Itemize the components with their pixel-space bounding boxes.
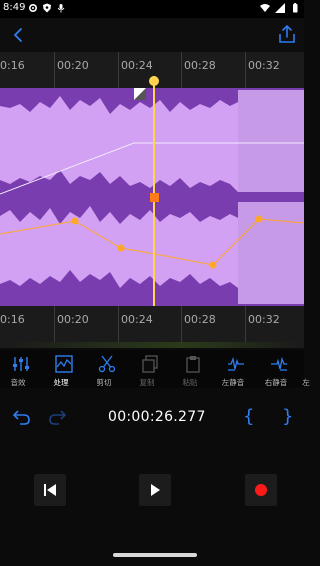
ruler-tick [181,306,182,342]
tool-more[interactable]: 左 [301,350,310,388]
play-icon [151,484,160,496]
sliders-icon [13,357,29,371]
status-time: 8:49 [3,2,26,13]
set-end-mark-button[interactable]: } [282,406,293,427]
ruler-tick [54,306,55,342]
marker-flag-icon[interactable] [134,88,146,100]
ruler-tick [245,52,246,88]
tool-label: 左 [302,378,310,387]
wifi-icon [260,4,270,12]
playhead-handle[interactable] [149,76,159,86]
record-button[interactable] [245,474,277,506]
tool-label: 右静音 [264,378,288,387]
tool-label: 处理 [53,378,69,387]
status-bar: 8:49 [0,0,304,18]
battery-icon [293,3,298,13]
tool-process[interactable]: 处理 [43,350,86,388]
ruler-label: 00:20 [57,313,89,326]
ruler-tick [245,306,246,342]
ruler-label: 0:16 [0,313,25,326]
share-icon[interactable] [276,23,298,45]
ruler-label: 00:28 [184,313,216,326]
level-meter-strip [0,342,304,348]
signal-icon [275,3,285,13]
tool-effects[interactable]: 音效 [0,350,43,388]
tool-paste[interactable]: 粘贴 [172,350,215,388]
ruler-label: 00:24 [121,313,153,326]
ruler-label: 00:32 [248,313,280,326]
status-icons-right [260,3,300,13]
skip-back-icon [44,484,56,496]
record-icon [255,484,267,496]
redo-icon[interactable] [47,407,67,427]
tool-mute-right[interactable]: 右静音 [258,350,301,388]
back-icon[interactable] [8,24,30,46]
ruler-label: 00:32 [248,59,280,72]
set-start-mark-button[interactable]: { [243,406,254,427]
ruler-tick [181,52,182,88]
shield-icon [43,3,51,13]
current-time-display: 00:00:26.277 [108,409,206,425]
mic-off-icon [57,4,65,13]
status-icons-left [28,3,66,13]
skip-to-start-button[interactable] [34,474,66,506]
envelope-center-marker[interactable] [150,193,159,202]
copy-icon [142,355,158,373]
ruler-label: 00:20 [57,59,89,72]
mute-left-icon [228,356,244,371]
top-app-bar [0,18,304,52]
tool-mute-left[interactable]: 左静音 [215,350,258,388]
playhead[interactable] [153,76,155,306]
home-indicator[interactable] [113,553,197,557]
tool-label: 剪切 [96,378,112,387]
ruler-tick [118,52,119,88]
tool-copy[interactable]: 复制 [129,350,172,388]
ruler-label: 00:24 [121,59,153,72]
ruler-label: 00:28 [184,59,216,72]
ruler-tick [118,306,119,342]
waveform-process-icon [55,355,73,373]
ruler-label: 0:16 [0,59,25,72]
edit-toolbar: 音效 处理 剪切 复制 粘贴 左静音 右静音 左 [0,350,310,388]
tool-label: 粘贴 [182,378,198,387]
tool-cut[interactable]: 剪切 [86,350,129,388]
undo-icon[interactable] [12,407,32,427]
tool-label: 复制 [139,378,155,387]
tool-label: 音效 [10,378,26,387]
playback-control-row: 00:00:26.277 { } [0,400,304,436]
settings-icon [28,3,38,13]
ruler-tick [54,52,55,88]
play-button[interactable] [139,474,171,506]
paste-icon [186,356,200,373]
mute-right-icon [271,356,287,371]
timeline-ruler-bottom[interactable]: 0:16 00:20 00:24 00:28 00:32 [0,306,304,342]
tool-label: 左静音 [221,378,245,387]
scissors-icon [98,355,116,373]
